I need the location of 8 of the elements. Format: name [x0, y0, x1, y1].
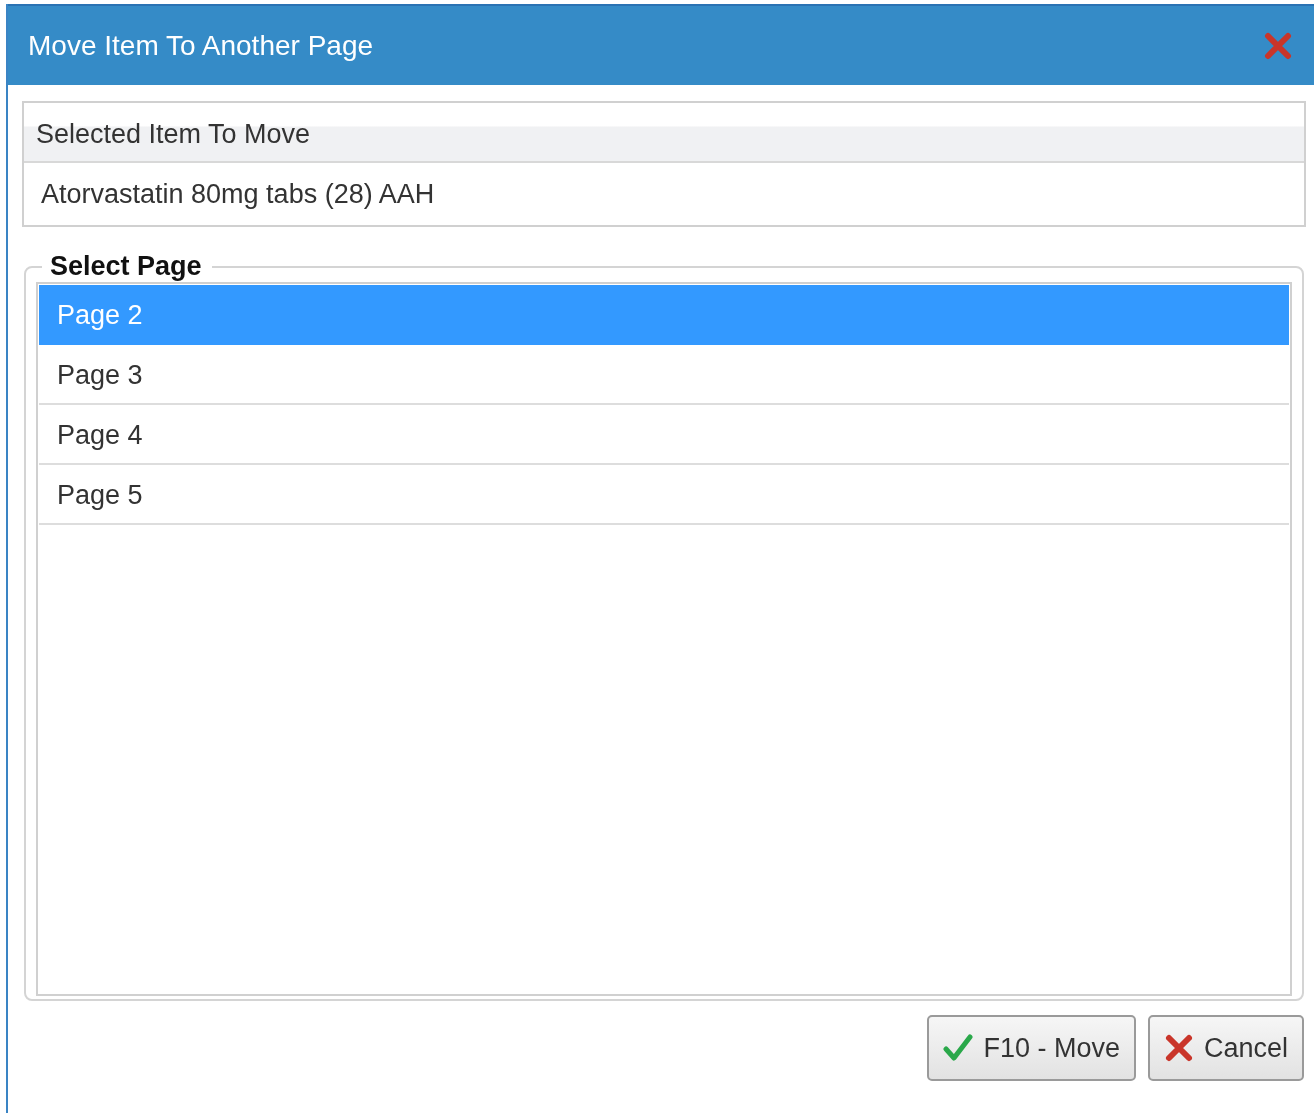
close-icon: [1264, 31, 1292, 60]
move-button[interactable]: F10 - Move: [927, 1015, 1136, 1081]
close-icon: [1163, 1033, 1194, 1063]
close-button[interactable]: [1264, 31, 1292, 60]
window-title: Move Item To Another Page: [28, 29, 374, 62]
check-icon: [943, 1033, 974, 1063]
cancel-button[interactable]: Cancel: [1147, 1015, 1304, 1081]
group-title: Select Page: [49, 251, 203, 282]
